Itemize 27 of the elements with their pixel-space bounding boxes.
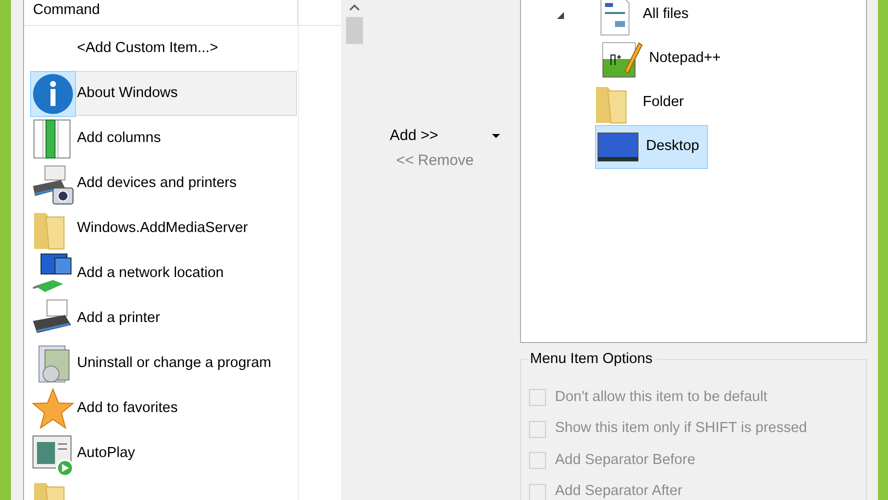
list-item[interactable]: AutoPlay	[30, 431, 297, 476]
tree-item[interactable]: All files	[592, 0, 697, 37]
tree-item[interactable]: Desktop	[595, 125, 708, 169]
scroll-thumb[interactable]	[346, 17, 363, 44]
scroll-up-icon[interactable]	[348, 3, 361, 12]
list-item[interactable]: Uninstall or change a program	[30, 341, 297, 386]
group-title: Menu Item Options	[527, 350, 656, 368]
list-item[interactable]: Add a printer	[30, 296, 297, 341]
tree-item[interactable]: Folder	[592, 81, 692, 125]
list-item[interactable]: Add to favorites	[30, 386, 297, 431]
checkbox-label: Don't allow this item to be default	[555, 388, 768, 407]
dropdown-caret-icon[interactable]	[492, 134, 500, 139]
checkbox-label: Show this item only if SHIFT is pressed	[555, 419, 807, 438]
info-icon	[31, 72, 75, 116]
tree-item[interactable]: Notepad++	[599, 37, 729, 81]
list-item[interactable]: Windows.AddMediaServer	[30, 206, 297, 251]
checkbox-label: Add Separator Before	[555, 450, 696, 470]
list-item[interactable]: Add devices and printers	[30, 161, 297, 206]
collapse-arrow-icon[interactable]	[556, 12, 564, 18]
list-item[interactable]: <Add Custom Item...>	[30, 26, 297, 71]
add-button[interactable]: Add >>	[386, 124, 442, 148]
column-header[interactable]: Command	[24, 0, 298, 25]
star-icon	[31, 386, 75, 430]
list-item[interactable]: Add a network location	[30, 251, 297, 296]
list-item[interactable]: About Windows	[30, 71, 297, 116]
list-item[interactable]: Add columns	[30, 116, 297, 161]
checkbox-label: Add Separator After	[555, 482, 682, 500]
